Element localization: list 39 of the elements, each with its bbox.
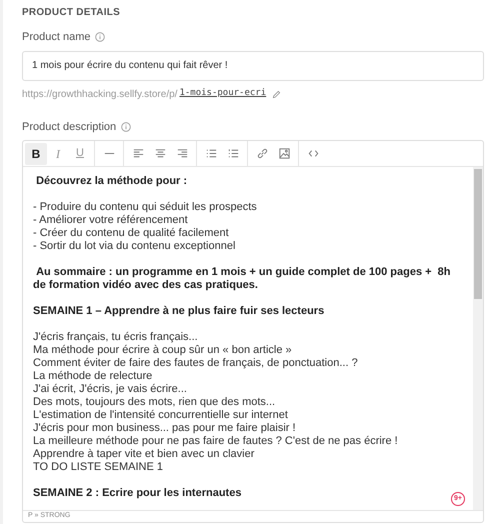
editor-text-line: Comment éviter de faire des fautes de français, de ponctuation... ?	[33, 357, 358, 370]
rich-text-editor[interactable]	[22, 140, 484, 523]
info-icon	[121, 122, 132, 132]
align-left-icon[interactable]	[132, 147, 144, 160]
image-icon[interactable]	[278, 147, 290, 160]
field-label: Product description	[22, 120, 116, 134]
editor-text-line: Ma méthode pour écrire à coup sûr un « bon article »	[33, 344, 292, 357]
editor-text-line: Apprendre à taper vite et bien avec un clavier	[33, 448, 254, 461]
info-icon	[95, 32, 106, 42]
editor-heading: SEMAINE 1 – Apprendre à ne plus faire fuir ses lecteurs	[33, 305, 324, 318]
field-label: Product name	[22, 30, 90, 45]
editor-text-line: J'écris français, tu écris français...	[33, 331, 198, 344]
editor-text-line: J'ai écrit, J'écris, je vais écrire...	[33, 383, 187, 396]
editor-text-line: La meilleure méthode pour ne pas faire de fautes ? C'est de ne pas écrire !	[33, 435, 398, 448]
editor-text-line: - Améliorer votre référencement	[33, 214, 188, 227]
url-prefix: https://growthhacking.sellfy.store/p/	[22, 88, 178, 102]
link-icon[interactable]	[256, 147, 268, 160]
scrollbar[interactable]	[473, 167, 483, 510]
editor-text-line: Des mots, toujours des mots, rien que des mots...	[33, 396, 276, 409]
pencil-icon[interactable]	[272, 90, 282, 98]
editor-text-line: - Produire du contenu qui séduit les prospects	[33, 201, 257, 214]
bulleted-list-icon[interactable]	[204, 147, 218, 160]
bold-button[interactable]: B	[25, 142, 47, 164]
align-right-icon[interactable]	[176, 147, 188, 160]
editor-heading: SEMAINE 2 : Ecrire pour les internautes	[33, 487, 242, 500]
editor-text-line: - Créer du contenu de qualité facilement	[33, 227, 229, 240]
align-center-icon[interactable]	[154, 147, 166, 160]
editor-text-line: L'estimation de l'intensité concurrentielle sur internet	[33, 409, 288, 422]
editor-heading: Au sommaire : un programme en 1 mois + un guide complet de 100 pages + 8h de formation vidéo avec des cas pratiques.	[33, 266, 452, 292]
numbered-list-icon[interactable]	[226, 147, 240, 160]
editor-text-line: J'écris pour mon business... pas pour me faire plaisir !	[33, 422, 296, 435]
editor-text-line: TO DO LISTE SEMAINE 1	[33, 461, 163, 474]
editor-text-line: La méthode de relecture	[33, 370, 152, 383]
editor-heading: Découvrez la méthode pour :	[35, 175, 188, 188]
url-slug-link[interactable]: 1-mois-pour-ecri	[179, 87, 266, 101]
product-name-field[interactable]: 1 mois pour écrire du contenu qui fait rêver !	[22, 50, 484, 80]
scrollbar-thumb[interactable]	[474, 169, 482, 299]
editor-text-line: - Sortir du lot via du contenu exceptionnel	[33, 240, 236, 253]
section-title: PRODUCT DETAILS	[22, 6, 122, 20]
